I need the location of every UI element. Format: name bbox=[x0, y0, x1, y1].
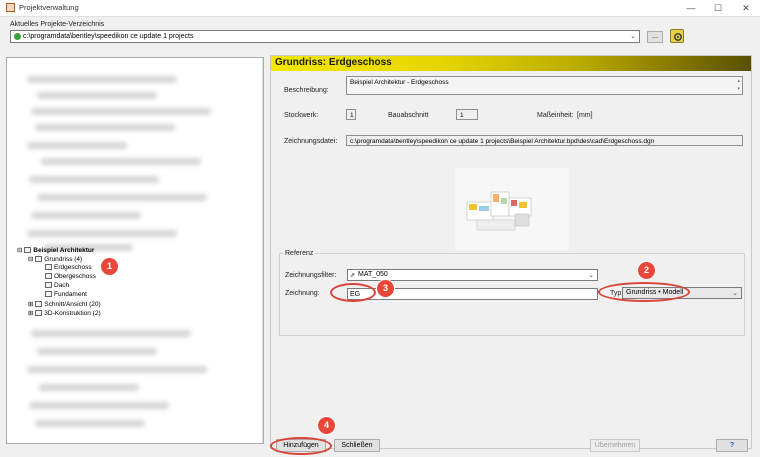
browse-button[interactable]: ... bbox=[647, 31, 663, 43]
stockwerk-field[interactable]: 1 bbox=[346, 109, 356, 120]
callout-4-ellipse bbox=[270, 437, 332, 455]
tree-item-grundriss[interactable]: ⊟ Grundriss (4) bbox=[28, 255, 82, 263]
masseinheit-label: Maßeinheit: bbox=[537, 112, 574, 119]
folder-icon bbox=[35, 301, 43, 307]
project-tree[interactable]: ⊟ Beispiel Architektur ⊟ Grundriss (4) E… bbox=[6, 57, 264, 444]
chevron-down-icon[interactable]: ⌄ bbox=[628, 32, 638, 41]
folder-icon bbox=[35, 256, 43, 262]
filter-icon: ⇗ bbox=[350, 273, 356, 279]
drawing-preview bbox=[455, 168, 569, 250]
beschreibung-label: Beschreibung: bbox=[284, 87, 329, 94]
callout-4-badge: 4 bbox=[318, 417, 335, 434]
project-icon bbox=[24, 247, 32, 253]
beschreibung-field[interactable]: Beispiel Architektur - Erdgeschoss ▴ ▾ bbox=[346, 76, 743, 95]
chevron-down-icon[interactable]: ⌄ bbox=[586, 271, 596, 280]
schliessen-button[interactable]: Schließen bbox=[334, 439, 380, 452]
window-title: Projektverwaltung bbox=[19, 3, 79, 12]
tree-item-erdgeschoss[interactable]: Erdgeschoss bbox=[45, 264, 92, 271]
tree-item-dach[interactable]: Dach bbox=[45, 282, 69, 289]
settings-icon[interactable] bbox=[670, 29, 684, 43]
zeichnungsdatei-label: Zeichnungsdatei: bbox=[284, 138, 338, 145]
zeichnung-label: Zeichnung: bbox=[285, 290, 320, 297]
drawing-icon bbox=[45, 264, 52, 270]
scroll-down-icon[interactable]: ▾ bbox=[737, 86, 740, 92]
maximize-button[interactable]: ☐ bbox=[707, 1, 729, 15]
tree-root[interactable]: ⊟ Beispiel Architektur bbox=[17, 246, 94, 254]
title-bar: Projektverwaltung — ☐ ✕ bbox=[0, 0, 760, 16]
app-icon bbox=[6, 3, 15, 12]
help-button[interactable]: ? bbox=[716, 439, 748, 452]
tree-item-fundament[interactable]: Fundament bbox=[45, 291, 87, 298]
drawing-icon bbox=[45, 282, 52, 288]
tree-scrollbar[interactable]: ▴ ▾ bbox=[262, 58, 263, 443]
detail-header: Grundriss: Erdgeschoss bbox=[271, 56, 751, 71]
stockwerk-label: Stockwerk: bbox=[284, 112, 319, 119]
drawing-icon bbox=[45, 273, 52, 279]
callout-3-badge: 3 bbox=[377, 280, 394, 297]
main-area: Aktuelles Projekte-Verzeichnis c:\progra… bbox=[0, 16, 760, 457]
tree-item-schnitt[interactable]: ⊞ Schnitt/Ansicht (20) bbox=[28, 300, 101, 308]
referenz-legend: Referenz bbox=[283, 250, 316, 257]
directory-path: c:\programdata\bentley\speedikon ce upda… bbox=[23, 33, 194, 40]
bauabschnitt-label: Bauabschnitt bbox=[388, 112, 429, 119]
callout-3-ellipse bbox=[330, 283, 376, 302]
minimize-button[interactable]: — bbox=[680, 1, 702, 15]
zeichnungsfilter-value: MAT_050 bbox=[358, 271, 388, 278]
chevron-down-icon[interactable]: ⌄ bbox=[730, 289, 740, 298]
building-thumbnail-icon bbox=[466, 191, 532, 231]
directory-label: Aktuelles Projekte-Verzeichnis bbox=[10, 21, 105, 28]
detail-panel: Grundriss: Erdgeschoss Beschreibung: Bei… bbox=[270, 55, 752, 449]
directory-combo[interactable]: c:\programdata\bentley\speedikon ce upda… bbox=[10, 30, 640, 43]
masseinheit-value: [mm] bbox=[577, 112, 593, 119]
zeichnungsfilter-label: Zeichnungsfilter: bbox=[285, 272, 337, 279]
uebernehmen-button[interactable]: Übernehmen bbox=[590, 439, 640, 452]
scroll-up-icon[interactable]: ▴ bbox=[737, 78, 740, 84]
3d-icon bbox=[35, 310, 43, 316]
close-button[interactable]: ✕ bbox=[735, 1, 757, 15]
tree-item-obergeschoss[interactable]: Obergeschoss bbox=[45, 273, 96, 280]
callout-2-ellipse bbox=[598, 282, 690, 302]
callout-2-badge: 2 bbox=[638, 262, 655, 279]
drawing-icon bbox=[45, 291, 52, 297]
callout-1-badge: 1 bbox=[101, 258, 118, 275]
zeichnungsdatei-field[interactable]: c:\programdata\bentley\speedikon ce upda… bbox=[346, 135, 743, 146]
page-title: Grundriss: Erdgeschoss bbox=[275, 57, 392, 68]
folder-icon bbox=[14, 33, 21, 40]
tree-item-3d[interactable]: ⊞ 3D-Konstruktion (2) bbox=[28, 309, 101, 317]
bauabschnitt-field[interactable]: 1 bbox=[456, 109, 478, 120]
